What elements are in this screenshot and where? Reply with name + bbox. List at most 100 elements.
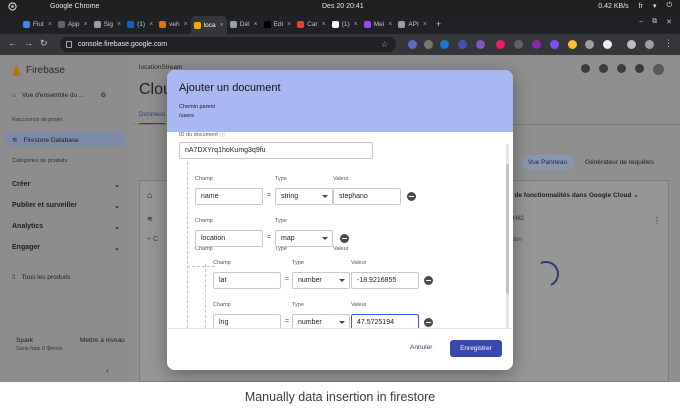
minimize-icon[interactable]: – (639, 18, 643, 26)
help-icon[interactable] (599, 64, 608, 73)
firebase-logo[interactable]: Firebase (12, 64, 65, 76)
extension-icon[interactable] (476, 40, 485, 49)
tab-favicon-icon (93, 20, 101, 28)
gear-icon[interactable]: ⚙ (100, 91, 106, 99)
collapse-sidebar-icon[interactable]: ‹ (106, 366, 109, 375)
more-options-icon[interactable]: ⋮ (653, 216, 661, 225)
url-input[interactable]: console.firebase.google.com ☆ (60, 37, 396, 52)
cancel-button[interactable]: Annuler (410, 344, 432, 351)
tab-data[interactable]: Données (139, 111, 166, 125)
field-value-input[interactable]: stephano (333, 188, 401, 205)
extension-icon[interactable] (568, 40, 577, 49)
view-panel-button[interactable]: Vue Panneau (521, 155, 575, 170)
close-window-icon[interactable]: ✕ (666, 18, 672, 26)
extension-icon[interactable] (408, 40, 417, 49)
close-tab-icon[interactable]: × (84, 21, 88, 28)
forward-icon[interactable]: → (24, 38, 33, 48)
power-icon[interactable]: ⏻ (666, 2, 672, 10)
close-tab-icon[interactable]: × (423, 21, 427, 28)
close-tab-icon[interactable]: × (388, 21, 392, 28)
remove-field-icon[interactable] (407, 192, 416, 201)
avatar[interactable] (653, 64, 664, 75)
close-tab-icon[interactable]: × (287, 21, 291, 28)
extension-icon[interactable] (550, 40, 559, 49)
profile-avatar[interactable] (645, 40, 654, 49)
chat-icon[interactable] (617, 64, 626, 73)
browser-tab[interactable]: (1) × (329, 16, 361, 32)
close-tab-icon[interactable]: × (184, 21, 188, 28)
browser-tab[interactable]: veh × (156, 16, 191, 32)
save-button[interactable]: Enregistrer (450, 340, 502, 357)
extension-icon[interactable] (496, 40, 505, 49)
sidebar-item-all-products[interactable]: ⁞⁞ Tous les produits (12, 274, 70, 281)
maximize-icon[interactable]: ⧉ (652, 18, 657, 26)
extension-icon[interactable] (458, 40, 467, 49)
extension-icon[interactable] (424, 40, 433, 49)
close-tab-icon[interactable]: × (149, 21, 153, 28)
help-icon[interactable]: ⓘ (219, 132, 225, 138)
document-id-input[interactable]: nA7DXYrq1hoKumg3q9fu (179, 142, 373, 159)
field-name-input[interactable]: lat (213, 272, 281, 289)
field-value-input[interactable]: -18.9216855 (351, 272, 419, 289)
field-value-input[interactable]: 47.5725194 (351, 314, 419, 328)
browser-tab[interactable]: loca × (190, 16, 227, 34)
close-tab-icon[interactable]: × (354, 21, 358, 28)
browser-tab[interactable]: Flut × (20, 16, 55, 32)
field-type-select[interactable]: number (292, 272, 350, 289)
remove-field-icon[interactable] (424, 276, 433, 285)
dialog-scrollbar[interactable] (506, 144, 509, 328)
sidebar-group[interactable]: Créer ⌄ (12, 181, 120, 189)
close-tab-icon[interactable]: × (220, 22, 224, 29)
field-name-input[interactable]: name (195, 188, 263, 205)
more-features-link[interactable]: e de fonctionnalités dans Google Cloud ⌄ (509, 191, 639, 199)
browser-tab[interactable]: Edi × (261, 16, 295, 32)
start-collection-button[interactable]: + C (147, 236, 158, 243)
extension-icon[interactable] (514, 40, 523, 49)
back-icon[interactable]: ← (8, 38, 17, 48)
new-tab-button[interactable]: + (436, 19, 441, 29)
sidebar-item-firestore[interactable]: ≋ Firestore Database (12, 136, 79, 145)
sidebar-group[interactable]: Publier et surveiller ⌄ (12, 202, 120, 210)
scrollbar-thumb[interactable] (506, 164, 509, 294)
extension-icon[interactable] (440, 40, 449, 49)
field-type-select[interactable]: string (275, 188, 333, 205)
sidebar-item-overview[interactable]: ⌂ Vue d'ensemble du ... ⚙ (12, 91, 106, 100)
field-name-input[interactable]: lng (213, 314, 281, 328)
wifi-icon[interactable]: ▾ (653, 2, 657, 10)
sidebar-group[interactable]: Engager ⌄ (12, 244, 120, 252)
query-builder-tab[interactable]: Générateur de requêtes (585, 155, 654, 170)
tab-favicon-icon (398, 20, 406, 28)
browser-tab[interactable]: API × (395, 16, 430, 32)
close-tab-icon[interactable]: × (117, 21, 121, 28)
extension-icon[interactable] (585, 40, 594, 49)
browser-tab[interactable]: Mei × (361, 16, 396, 32)
remove-field-icon[interactable] (424, 318, 433, 327)
browser-tab[interactable]: (1) × (124, 16, 156, 32)
os-top-bar: Google Chrome Des 20 20:41 0.42 KB/s fr … (0, 0, 680, 14)
equals-sign: = (267, 192, 272, 199)
menu-dots-icon[interactable]: ⋮ (664, 38, 673, 49)
browser-tab[interactable]: Car × (294, 16, 329, 32)
browser-tab[interactable]: App × (55, 16, 91, 32)
extension-icon[interactable] (603, 40, 612, 49)
sidebar-group[interactable]: Analytics ⌄ (12, 223, 120, 231)
upgrade-button[interactable]: Mettre à niveau (80, 337, 125, 344)
remove-field-icon[interactable] (340, 234, 349, 243)
browser-tab[interactable]: Dél × (227, 16, 261, 32)
close-tab-icon[interactable]: × (254, 21, 258, 28)
extension-icon[interactable] (532, 40, 541, 49)
value-label: Valeur (351, 260, 367, 266)
dark-mode-icon[interactable] (581, 64, 590, 73)
close-tab-icon[interactable]: × (322, 21, 326, 28)
language-indicator[interactable]: fr (639, 3, 643, 10)
side-panel-icon[interactable] (627, 40, 636, 49)
browser-tab[interactable]: Sig × (91, 16, 125, 32)
close-tab-icon[interactable]: × (48, 21, 52, 28)
home-icon[interactable]: ⌂ (147, 190, 152, 200)
field-name-input[interactable]: location (195, 230, 263, 247)
notifications-icon[interactable] (635, 64, 644, 73)
field-type-select[interactable]: map (275, 230, 333, 247)
bookmark-star-icon[interactable]: ☆ (381, 37, 388, 52)
field-type-select[interactable]: number (292, 314, 350, 328)
reload-icon[interactable]: ↻ (40, 38, 48, 49)
